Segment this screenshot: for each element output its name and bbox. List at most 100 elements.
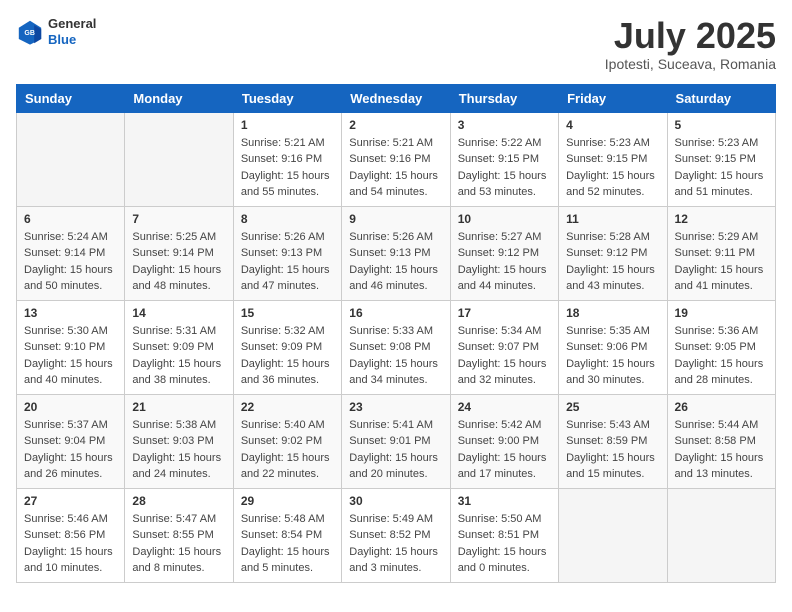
calendar-cell: 12Sunrise: 5:29 AMSunset: 9:11 PMDayligh… bbox=[667, 206, 775, 300]
calendar-cell: 25Sunrise: 5:43 AMSunset: 8:59 PMDayligh… bbox=[559, 394, 667, 488]
day-info: Sunrise: 5:32 AMSunset: 9:09 PMDaylight:… bbox=[241, 323, 334, 389]
calendar-cell: 18Sunrise: 5:35 AMSunset: 9:06 PMDayligh… bbox=[559, 300, 667, 394]
weekday-header-tuesday: Tuesday bbox=[233, 84, 341, 112]
calendar-cell: 5 Sunrise: 5:23 AMSunset: 9:15 PMDaylight… bbox=[667, 112, 775, 206]
day-number: 23 bbox=[349, 400, 442, 414]
weekday-header-thursday: Thursday bbox=[450, 84, 558, 112]
calendar-cell: 11 Sunrise: 5:28 AMSunset: 9:12 PMDayligh… bbox=[559, 206, 667, 300]
calendar-cell: 27Sunrise: 5:46 AMSunset: 8:56 PMDayligh… bbox=[17, 488, 125, 582]
day-number: 8 bbox=[241, 212, 334, 226]
day-info: Sunrise: 5:47 AMSunset: 8:55 PMDaylight:… bbox=[132, 511, 225, 577]
calendar-cell bbox=[559, 488, 667, 582]
day-info: Sunrise: 5:33 AMSunset: 9:08 PMDaylight:… bbox=[349, 323, 442, 389]
calendar-week-row: 1 Sunrise: 5:21 AMSunset: 9:16 PMDaylight… bbox=[17, 112, 776, 206]
calendar-week-row: 27Sunrise: 5:46 AMSunset: 8:56 PMDayligh… bbox=[17, 488, 776, 582]
day-number: 10 bbox=[458, 212, 551, 226]
calendar-cell: 20 Sunrise: 5:37 AMSunset: 9:04 PMDayligh… bbox=[17, 394, 125, 488]
day-info: Sunrise: 5:29 AMSunset: 9:11 PMDaylight:… bbox=[675, 229, 768, 295]
day-info: Sunrise: 5:24 AMSunset: 9:14 PMDaylight:… bbox=[24, 229, 117, 295]
logo-general-text: General bbox=[48, 16, 96, 32]
day-info: Sunrise: 5:44 AMSunset: 8:58 PMDaylight:… bbox=[675, 417, 768, 483]
day-info: Sunrise: 5:26 AMSunset: 9:13 PMDaylight:… bbox=[349, 229, 442, 295]
day-info: Sunrise: 5:41 AMSunset: 9:01 PMDaylight:… bbox=[349, 417, 442, 483]
calendar-cell: 10 Sunrise: 5:27 AMSunset: 9:12 PMDayligh… bbox=[450, 206, 558, 300]
weekday-header-friday: Friday bbox=[559, 84, 667, 112]
day-number: 3 bbox=[458, 118, 551, 132]
day-number: 18 bbox=[566, 306, 659, 320]
day-info: Sunrise: 5:23 AMSunset: 9:15 PMDaylight:… bbox=[675, 135, 768, 201]
calendar-cell bbox=[667, 488, 775, 582]
day-number: 20 bbox=[24, 400, 117, 414]
day-number: 6 bbox=[24, 212, 117, 226]
weekday-header-monday: Monday bbox=[125, 84, 233, 112]
day-info: Sunrise: 5:37 AMSunset: 9:04 PMDaylight:… bbox=[24, 417, 117, 483]
day-number: 4 bbox=[566, 118, 659, 132]
day-info: Sunrise: 5:43 AMSunset: 8:59 PMDaylight:… bbox=[566, 417, 659, 483]
calendar-cell: 9 Sunrise: 5:26 AMSunset: 9:13 PMDaylight… bbox=[342, 206, 450, 300]
calendar-cell: 30Sunrise: 5:49 AMSunset: 8:52 PMDayligh… bbox=[342, 488, 450, 582]
calendar-cell: 14 Sunrise: 5:31 AMSunset: 9:09 PMDayligh… bbox=[125, 300, 233, 394]
day-number: 31 bbox=[458, 494, 551, 508]
weekday-header-sunday: Sunday bbox=[17, 84, 125, 112]
day-number: 30 bbox=[349, 494, 442, 508]
day-info: Sunrise: 5:40 AMSunset: 9:02 PMDaylight:… bbox=[241, 417, 334, 483]
calendar-cell: 22 Sunrise: 5:40 AMSunset: 9:02 PMDayligh… bbox=[233, 394, 341, 488]
day-info: Sunrise: 5:48 AMSunset: 8:54 PMDaylight:… bbox=[241, 511, 334, 577]
calendar-body: 1 Sunrise: 5:21 AMSunset: 9:16 PMDaylight… bbox=[17, 112, 776, 582]
calendar-week-row: 20 Sunrise: 5:37 AMSunset: 9:04 PMDayligh… bbox=[17, 394, 776, 488]
calendar-cell: 26Sunrise: 5:44 AMSunset: 8:58 PMDayligh… bbox=[667, 394, 775, 488]
logo: GB General Blue bbox=[16, 16, 96, 47]
day-info: Sunrise: 5:21 AMSunset: 9:16 PMDaylight:… bbox=[349, 135, 442, 201]
calendar-cell: 15Sunrise: 5:32 AMSunset: 9:09 PMDayligh… bbox=[233, 300, 341, 394]
day-info: Sunrise: 5:23 AMSunset: 9:15 PMDaylight:… bbox=[566, 135, 659, 201]
day-number: 14 bbox=[132, 306, 225, 320]
calendar-cell: 28 Sunrise: 5:47 AMSunset: 8:55 PMDayligh… bbox=[125, 488, 233, 582]
weekday-header-saturday: Saturday bbox=[667, 84, 775, 112]
calendar-cell: 4 Sunrise: 5:23 AMSunset: 9:15 PMDaylight… bbox=[559, 112, 667, 206]
day-number: 28 bbox=[132, 494, 225, 508]
day-number: 22 bbox=[241, 400, 334, 414]
calendar-cell: 3Sunrise: 5:22 AMSunset: 9:15 PMDaylight… bbox=[450, 112, 558, 206]
calendar-cell bbox=[17, 112, 125, 206]
calendar-table: SundayMondayTuesdayWednesdayThursdayFrid… bbox=[16, 84, 776, 583]
day-info: Sunrise: 5:27 AMSunset: 9:12 PMDaylight:… bbox=[458, 229, 551, 295]
day-info: Sunrise: 5:21 AMSunset: 9:16 PMDaylight:… bbox=[241, 135, 334, 201]
calendar-cell: 17 Sunrise: 5:34 AMSunset: 9:07 PMDayligh… bbox=[450, 300, 558, 394]
day-number: 1 bbox=[241, 118, 334, 132]
day-number: 29 bbox=[241, 494, 334, 508]
day-number: 2 bbox=[349, 118, 442, 132]
calendar-cell: 23 Sunrise: 5:41 AMSunset: 9:01 PMDayligh… bbox=[342, 394, 450, 488]
calendar-cell: 8Sunrise: 5:26 AMSunset: 9:13 PMDaylight… bbox=[233, 206, 341, 300]
day-info: Sunrise: 5:31 AMSunset: 9:09 PMDaylight:… bbox=[132, 323, 225, 389]
day-number: 11 bbox=[566, 212, 659, 226]
calendar-week-row: 6 Sunrise: 5:24 AMSunset: 9:14 PMDaylight… bbox=[17, 206, 776, 300]
svg-text:GB: GB bbox=[24, 29, 35, 36]
weekday-header-row: SundayMondayTuesdayWednesdayThursdayFrid… bbox=[17, 84, 776, 112]
day-info: Sunrise: 5:25 AMSunset: 9:14 PMDaylight:… bbox=[132, 229, 225, 295]
calendar-cell: 31Sunrise: 5:50 AMSunset: 8:51 PMDayligh… bbox=[450, 488, 558, 582]
calendar-cell: 16 Sunrise: 5:33 AMSunset: 9:08 PMDayligh… bbox=[342, 300, 450, 394]
day-number: 16 bbox=[349, 306, 442, 320]
logo-blue-text: Blue bbox=[48, 32, 96, 48]
day-number: 9 bbox=[349, 212, 442, 226]
day-info: Sunrise: 5:38 AMSunset: 9:03 PMDaylight:… bbox=[132, 417, 225, 483]
calendar-header: SundayMondayTuesdayWednesdayThursdayFrid… bbox=[17, 84, 776, 112]
calendar-cell: 24Sunrise: 5:42 AMSunset: 9:00 PMDayligh… bbox=[450, 394, 558, 488]
day-info: Sunrise: 5:28 AMSunset: 9:12 PMDaylight:… bbox=[566, 229, 659, 295]
day-number: 19 bbox=[675, 306, 768, 320]
month-title: July 2025 bbox=[605, 16, 776, 56]
calendar-cell: 6 Sunrise: 5:24 AMSunset: 9:14 PMDaylight… bbox=[17, 206, 125, 300]
day-info: Sunrise: 5:36 AMSunset: 9:05 PMDaylight:… bbox=[675, 323, 768, 389]
logo-icon: GB bbox=[16, 18, 44, 46]
calendar-cell: 7Sunrise: 5:25 AMSunset: 9:14 PMDaylight… bbox=[125, 206, 233, 300]
day-info: Sunrise: 5:34 AMSunset: 9:07 PMDaylight:… bbox=[458, 323, 551, 389]
day-number: 5 bbox=[675, 118, 768, 132]
calendar-cell: 13Sunrise: 5:30 AMSunset: 9:10 PMDayligh… bbox=[17, 300, 125, 394]
location: Ipotesti, Suceava, Romania bbox=[605, 56, 776, 72]
page-header: GB General Blue July 2025 Ipotesti, Suce… bbox=[16, 16, 776, 72]
logo-text: General Blue bbox=[48, 16, 96, 47]
day-number: 17 bbox=[458, 306, 551, 320]
weekday-header-wednesday: Wednesday bbox=[342, 84, 450, 112]
day-info: Sunrise: 5:30 AMSunset: 9:10 PMDaylight:… bbox=[24, 323, 117, 389]
day-number: 27 bbox=[24, 494, 117, 508]
